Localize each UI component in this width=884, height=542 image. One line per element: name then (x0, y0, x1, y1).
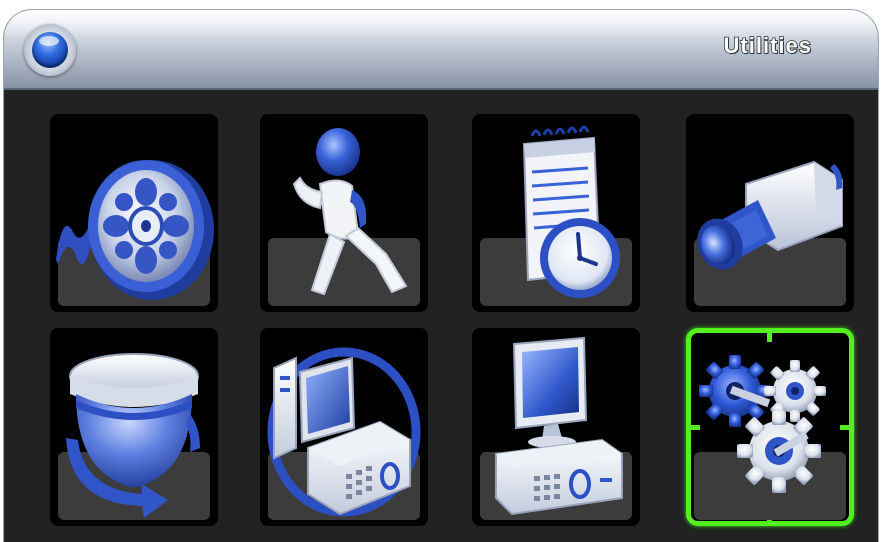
gears-icon (699, 355, 826, 493)
running-man-icon (292, 128, 408, 296)
tile-network[interactable] (260, 328, 428, 526)
title-bar: Utilities (4, 10, 878, 90)
tile-camera[interactable] (686, 114, 854, 312)
tile-system[interactable] (472, 328, 640, 526)
ptz-dome-camera-icon (66, 353, 200, 518)
network-device-icon (267, 347, 421, 517)
tile-playback[interactable] (50, 114, 218, 312)
orb-glint (39, 36, 59, 46)
tile-settings-selected[interactable] (686, 328, 854, 526)
tile-motion-detection[interactable] (260, 114, 428, 312)
utilities-grid (4, 90, 878, 542)
utilities-window: Utilities (4, 10, 878, 542)
camera-icon (697, 160, 843, 270)
computer-dvr-icon (495, 336, 623, 516)
tile-schedule[interactable] (472, 114, 640, 312)
menu-orb-button[interactable] (24, 24, 76, 76)
film-reel-icon (56, 160, 214, 300)
schedule-icon (522, 125, 620, 298)
window-title: Utilities (723, 32, 812, 59)
tile-ptz[interactable] (50, 328, 218, 526)
